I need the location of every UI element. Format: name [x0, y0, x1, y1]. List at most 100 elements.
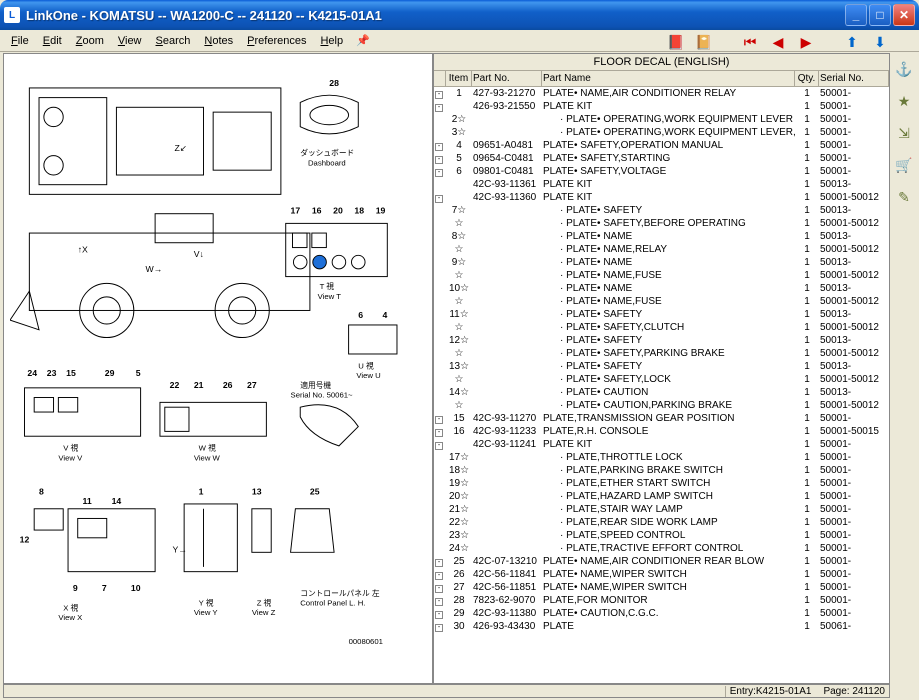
table-row[interactable]: ☆PLATE• SAFETY,CLUTCH150001-50012 — [434, 321, 889, 334]
menu-file[interactable]: File — [4, 33, 36, 49]
expand-icon[interactable]: - — [435, 169, 443, 177]
table-row[interactable]: -2642C-56-11841PLATE• NAME,WIPER SWITCH1… — [434, 568, 889, 581]
nav-next-icon[interactable]: ▶ — [797, 33, 815, 51]
expand-cell[interactable]: - — [434, 607, 446, 620]
table-row[interactable]: -509654-C0481PLATE• SAFETY,STARTING15000… — [434, 152, 889, 165]
nav-up-icon[interactable]: ⬆ — [843, 33, 861, 51]
books-icon[interactable]: 📕 — [667, 33, 685, 51]
expand-cell[interactable] — [434, 529, 446, 542]
table-row[interactable]: -30426-93-43430PLATE150061- — [434, 620, 889, 633]
table-row[interactable]: ☆PLATE• NAME,FUSE150001-50012 — [434, 295, 889, 308]
expand-cell[interactable] — [434, 204, 446, 217]
expand-cell[interactable] — [434, 178, 446, 191]
expand-cell[interactable] — [434, 516, 446, 529]
nav-first-icon[interactable]: ⏮ — [741, 33, 759, 51]
menu-help[interactable]: Help — [313, 33, 350, 49]
expand-cell[interactable] — [434, 451, 446, 464]
table-row[interactable]: -609801-C0481PLATE• SAFETY,VOLTAGE150001… — [434, 165, 889, 178]
table-row[interactable]: -409651-A0481PLATE• SAFETY,OPERATION MAN… — [434, 139, 889, 152]
link-icon[interactable]: ⇲ — [894, 123, 914, 143]
table-row[interactable]: -1542C-93-11270PLATE,TRANSMISSION GEAR P… — [434, 412, 889, 425]
minimize-button[interactable]: _ — [845, 4, 867, 26]
expand-icon[interactable]: - — [435, 195, 443, 203]
table-row[interactable]: -426-93-21550PLATE KIT150001- — [434, 100, 889, 113]
expand-cell[interactable]: - — [434, 568, 446, 581]
expand-cell[interactable]: - — [434, 425, 446, 438]
expand-cell[interactable] — [434, 230, 446, 243]
expand-cell[interactable]: - — [434, 152, 446, 165]
expand-icon[interactable]: - — [435, 91, 443, 99]
menu-view[interactable]: View — [111, 33, 149, 49]
expand-cell[interactable] — [434, 256, 446, 269]
expand-icon[interactable]: - — [435, 442, 443, 450]
pin-icon[interactable]: 📌 — [356, 34, 370, 47]
diagram-pane[interactable]: text{font:9px sans-serif;} .lbl{font:8px… — [4, 54, 434, 683]
table-row[interactable]: ☆PLATE• CAUTION,PARKING BRAKE150001-5001… — [434, 399, 889, 412]
expand-cell[interactable] — [434, 217, 446, 230]
copy-icon[interactable]: 📔 — [695, 33, 713, 51]
table-row[interactable]: -2742C-56-11851PLATE• NAME,WIPER SWITCH1… — [434, 581, 889, 594]
expand-cell[interactable]: - — [434, 191, 446, 204]
expand-cell[interactable]: - — [434, 139, 446, 152]
maximize-button[interactable]: □ — [869, 4, 891, 26]
expand-icon[interactable]: - — [435, 156, 443, 164]
star-icon[interactable]: ★ — [894, 91, 914, 111]
anchor-icon[interactable]: ⚓ — [894, 59, 914, 79]
table-row[interactable]: 20☆PLATE,HAZARD LAMP SWITCH150001- — [434, 490, 889, 503]
table-row[interactable]: 7☆PLATE• SAFETY150013- — [434, 204, 889, 217]
expand-cell[interactable] — [434, 386, 446, 399]
table-row[interactable]: 13☆PLATE• SAFETY150013- — [434, 360, 889, 373]
menu-edit[interactable]: Edit — [36, 33, 69, 49]
expand-cell[interactable]: - — [434, 594, 446, 607]
table-row[interactable]: ☆PLATE• SAFETY,BEFORE OPERATING150001-50… — [434, 217, 889, 230]
expand-cell[interactable] — [434, 295, 446, 308]
table-row[interactable]: 3☆PLATE• OPERATING,WORK EQUIPMENT LEVER,… — [434, 126, 889, 139]
expand-cell[interactable] — [434, 126, 446, 139]
table-row[interactable]: ☆PLATE• NAME,RELAY150001-50012 — [434, 243, 889, 256]
table-row[interactable]: -42C-93-11360PLATE KIT150001-50012 — [434, 191, 889, 204]
table-row[interactable]: 9☆PLATE• NAME150013- — [434, 256, 889, 269]
nav-down-icon[interactable]: ⬇ — [871, 33, 889, 51]
expand-icon[interactable]: - — [435, 611, 443, 619]
expand-cell[interactable] — [434, 503, 446, 516]
table-row[interactable]: 11☆PLATE• SAFETY150013- — [434, 308, 889, 321]
col-partname[interactable]: Part Name — [542, 71, 795, 86]
table-row[interactable]: ☆PLATE• SAFETY,PARKING BRAKE150001-50012 — [434, 347, 889, 360]
nav-prev-icon[interactable]: ◀ — [769, 33, 787, 51]
table-row[interactable]: 2☆PLATE• OPERATING,WORK EQUIPMENT LEVER1… — [434, 113, 889, 126]
expand-cell[interactable] — [434, 282, 446, 295]
table-row[interactable]: 8☆PLATE• NAME150013- — [434, 230, 889, 243]
table-row[interactable]: ☆PLATE• SAFETY,LOCK150001-50012 — [434, 373, 889, 386]
expand-cell[interactable]: - — [434, 165, 446, 178]
expand-cell[interactable] — [434, 269, 446, 282]
expand-icon[interactable]: - — [435, 598, 443, 606]
expand-cell[interactable]: - — [434, 412, 446, 425]
col-item[interactable]: Item — [446, 71, 472, 86]
col-expand[interactable] — [434, 71, 446, 86]
table-row[interactable]: 17☆PLATE,THROTTLE LOCK150001- — [434, 451, 889, 464]
expand-cell[interactable] — [434, 321, 446, 334]
expand-icon[interactable]: - — [435, 104, 443, 112]
table-row[interactable]: -2542C-07-13210PLATE• NAME,AIR CONDITION… — [434, 555, 889, 568]
expand-cell[interactable]: - — [434, 87, 446, 100]
table-row[interactable]: 18☆PLATE,PARKING BRAKE SWITCH150001- — [434, 464, 889, 477]
table-row[interactable]: 12☆PLATE• SAFETY150013- — [434, 334, 889, 347]
expand-cell[interactable] — [434, 490, 446, 503]
table-row[interactable]: 19☆PLATE,ETHER START SWITCH150001- — [434, 477, 889, 490]
expand-icon[interactable]: - — [435, 559, 443, 567]
expand-icon[interactable]: - — [435, 572, 443, 580]
table-row[interactable]: -2942C-93-11380PLATE• CAUTION,C.G.C.1500… — [434, 607, 889, 620]
col-serial[interactable]: Serial No. — [819, 71, 889, 86]
expand-cell[interactable]: - — [434, 620, 446, 633]
expand-cell[interactable] — [434, 542, 446, 555]
expand-icon[interactable]: - — [435, 416, 443, 424]
expand-cell[interactable] — [434, 243, 446, 256]
menu-search[interactable]: Search — [149, 33, 198, 49]
expand-icon[interactable]: - — [435, 143, 443, 151]
table-row[interactable]: -1427-93-21270PLATE• NAME,AIR CONDITIONE… — [434, 87, 889, 100]
expand-cell[interactable] — [434, 477, 446, 490]
table-row[interactable]: -42C-93-11241PLATE KIT150001- — [434, 438, 889, 451]
expand-cell[interactable] — [434, 334, 446, 347]
expand-cell[interactable]: - — [434, 555, 446, 568]
table-body[interactable]: -1427-93-21270PLATE• NAME,AIR CONDITIONE… — [434, 87, 889, 683]
